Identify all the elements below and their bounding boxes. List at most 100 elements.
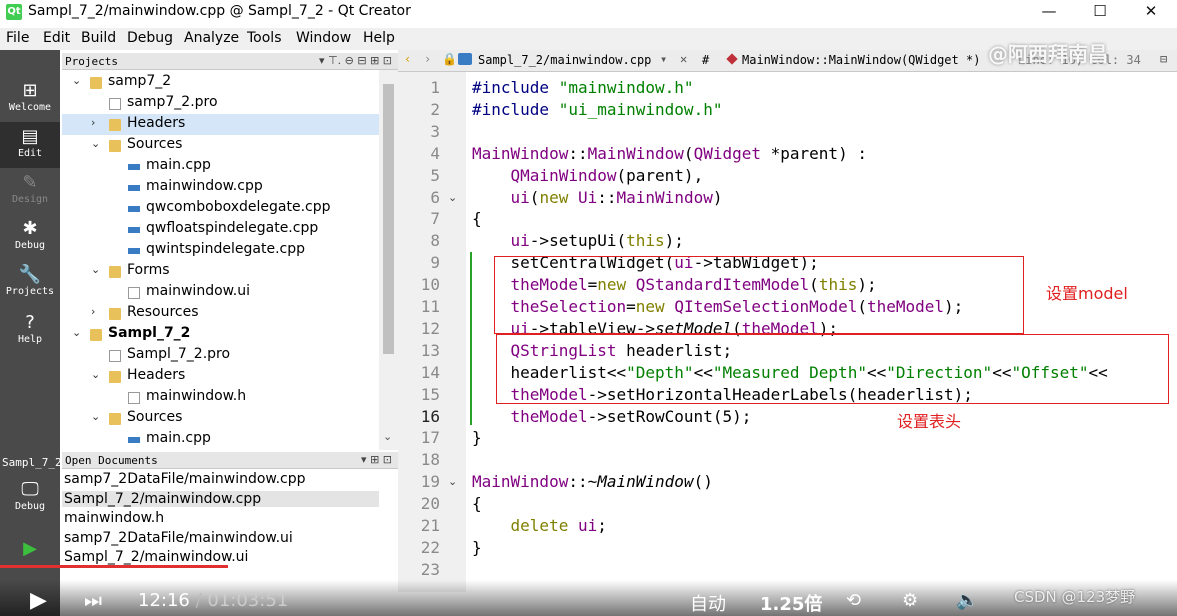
next-icon[interactable]: ⏭ xyxy=(84,588,102,612)
modified-lines-marker xyxy=(470,252,472,425)
maximize-button[interactable]: ☐ xyxy=(1077,0,1123,24)
close-button[interactable]: ✕ xyxy=(1128,0,1174,24)
chevron-right-icon[interactable]: › xyxy=(91,116,95,129)
menu-debug[interactable]: Debug xyxy=(127,30,173,46)
scroll-down-icon[interactable]: ⌄ xyxy=(383,430,392,443)
kit-selector[interactable]: 🖵 Debug xyxy=(0,475,60,525)
play-icon[interactable]: ▶ xyxy=(30,588,47,613)
tree-item[interactable]: ⌄ Sampl_7_2 xyxy=(62,324,379,345)
chevron-down-icon[interactable]: ⌄ xyxy=(91,368,100,381)
menu-file[interactable]: File xyxy=(6,30,29,46)
tree-scrollbar[interactable]: ⌄ xyxy=(379,70,398,450)
tree-item[interactable]: ⌄ Sources xyxy=(62,135,379,156)
chevron-right-icon[interactable]: › xyxy=(91,305,95,318)
volume-icon[interactable]: 🔈 xyxy=(956,590,978,611)
scrollbar-thumb[interactable] xyxy=(383,84,394,354)
cpp-file-icon xyxy=(458,53,472,65)
line-number: 15 xyxy=(420,384,440,404)
code-line[interactable]: MainWindow::~MainWindow() xyxy=(472,472,713,491)
chevron-down-icon[interactable]: ⌄ xyxy=(91,137,100,150)
code-line[interactable]: theModel->setRowCount(5); xyxy=(472,407,752,426)
tree-item[interactable]: qwintspindelegate.cpp xyxy=(62,240,379,261)
current-file-combo[interactable]: Sampl_7_2/mainwindow.cpp xyxy=(478,53,651,67)
menu-tools[interactable]: Tools xyxy=(247,30,282,46)
open-document-item[interactable]: mainwindow.h xyxy=(64,510,164,526)
mode-edit[interactable]: ▤ Edit xyxy=(0,122,60,168)
mode-help[interactable]: ? Help xyxy=(0,308,60,354)
chevron-down-icon[interactable]: ⌄ xyxy=(91,410,100,423)
tree-item[interactable]: ⌄ Sources xyxy=(62,408,379,429)
code-line[interactable]: #include "mainwindow.h" xyxy=(472,78,694,97)
chevron-down-icon[interactable]: ⌄ xyxy=(91,263,100,276)
mode-debug[interactable]: ✱ Debug xyxy=(0,214,60,260)
panel-tools-icon[interactable]: ▾ ⊤. ⊖ ⊟ ⊞ ⊡ xyxy=(319,54,392,67)
tree-item[interactable]: ⌄ Forms xyxy=(62,261,379,282)
code-line[interactable]: MainWindow::MainWindow(QWidget *parent) … xyxy=(472,144,867,163)
mode-design[interactable]: ✎ Design xyxy=(0,168,60,214)
tree-item[interactable]: ⌄ samp7_2 xyxy=(62,72,379,93)
tree-item[interactable]: ⌄ Headers xyxy=(62,366,379,387)
mode-welcome[interactable]: ⊞ Welcome xyxy=(0,76,60,122)
loop-icon[interactable]: ⟲ xyxy=(846,590,861,611)
tree-item[interactable]: mainwindow.ui xyxy=(62,282,379,303)
menu-build[interactable]: Build xyxy=(81,30,116,46)
run-button[interactable]: ▶ xyxy=(0,534,60,564)
tree-item-label: qwfloatspindelegate.cpp xyxy=(146,220,319,236)
tree-item[interactable]: main.cpp xyxy=(62,156,379,177)
hash-marker: # xyxy=(702,53,710,67)
open-document-item[interactable]: Sampl_7_2/mainwindow.cpp xyxy=(62,490,379,507)
panel-tools-icon[interactable]: ▾ ⊞ ⊡ xyxy=(361,453,392,466)
mode-projects[interactable]: 🔧 Projects xyxy=(0,260,60,306)
code-line[interactable]: } xyxy=(472,538,482,557)
quality-button[interactable]: 自动 xyxy=(690,590,726,616)
fold-toggle-icon[interactable]: ⌄ xyxy=(448,191,457,204)
tree-item[interactable]: samp7_2.pro xyxy=(62,93,379,114)
settings-icon[interactable]: ⚙ xyxy=(902,590,918,611)
tree-item[interactable]: Sampl_7_2.pro xyxy=(62,345,379,366)
tree-item[interactable]: mainwindow.cpp xyxy=(62,177,379,198)
menu-edit[interactable]: Edit xyxy=(43,30,70,46)
chevron-down-icon[interactable]: ⌄ xyxy=(72,74,81,87)
forward-icon[interactable]: › xyxy=(424,52,431,66)
close-document-icon[interactable]: ✕ xyxy=(680,52,687,66)
minimize-button[interactable]: — xyxy=(1026,0,1072,24)
open-document-item[interactable]: samp7_2DataFile/mainwindow.ui xyxy=(64,530,293,546)
menu-help[interactable]: Help xyxy=(363,30,395,46)
code-line[interactable]: #include "ui_mainwindow.h" xyxy=(472,100,722,119)
fold-toggle-icon[interactable]: ⌄ xyxy=(448,475,457,488)
tree-item[interactable]: mainwindow.h xyxy=(62,387,379,408)
tree-item[interactable]: qwfloatspindelegate.cpp xyxy=(62,219,379,240)
tree-item[interactable]: main.cpp xyxy=(62,429,379,450)
folder-icon xyxy=(109,119,121,131)
tree-item[interactable]: › Resources xyxy=(62,303,379,324)
code-line[interactable]: ui->setupUi(this); xyxy=(472,231,684,250)
split-icon[interactable]: ⊟ xyxy=(1160,52,1167,66)
open-document-item[interactable]: Sampl_7_2/mainwindow.ui xyxy=(64,549,248,565)
dropdown-icon[interactable]: ▾ xyxy=(660,52,667,66)
code-line[interactable]: { xyxy=(472,494,482,513)
mode-label: Welcome xyxy=(8,102,52,113)
chevron-down-icon[interactable]: ⌄ xyxy=(72,326,81,339)
code-line[interactable]: delete ui; xyxy=(472,516,607,535)
speed-button[interactable]: 1.25倍 xyxy=(760,590,822,616)
video-progress-bar[interactable] xyxy=(0,565,229,568)
tree-item-label: samp7_2.pro xyxy=(127,94,218,110)
tree-item-label: samp7_2 xyxy=(108,73,172,89)
menu-analyze[interactable]: Analyze xyxy=(184,30,239,46)
project-tree[interactable]: ⌄ samp7_2 samp7_2.pro › Headers ⌄ Sources main.… xyxy=(62,70,379,450)
folder-icon xyxy=(109,413,121,425)
open-document-item[interactable]: samp7_2DataFile/mainwindow.cpp xyxy=(64,471,306,487)
code-line[interactable]: } xyxy=(472,428,482,447)
symbol-combo[interactable]: MainWindow::MainWindow(QWidget *) xyxy=(742,53,980,67)
open-documents-list[interactable]: samp7_2DataFile/mainwindow.cpp Sampl_7_2/… xyxy=(62,470,379,570)
code-line[interactable]: QMainWindow(parent), xyxy=(472,166,704,185)
back-icon[interactable]: ‹ xyxy=(404,52,411,66)
code-line[interactable]: { xyxy=(472,209,482,228)
tree-item[interactable]: qwcomboboxdelegate.cpp xyxy=(62,198,379,219)
line-number: 12 xyxy=(420,318,440,338)
code-line[interactable]: ui(new Ui::MainWindow) xyxy=(472,188,723,207)
qt-creator-icon: Qt xyxy=(6,4,22,20)
menu-window[interactable]: Window xyxy=(296,30,351,46)
line-number: 16 xyxy=(420,406,440,426)
tree-item[interactable]: › Headers xyxy=(62,114,379,135)
